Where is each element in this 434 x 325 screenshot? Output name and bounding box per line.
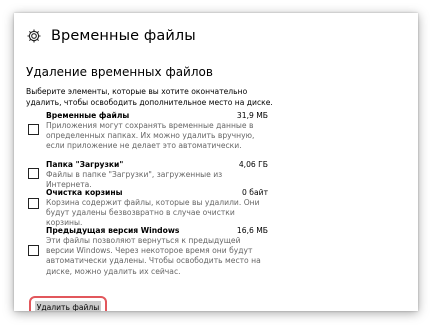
item-size: 16,6 МБ: [236, 226, 268, 235]
item-header: Папка "Загрузки" 4,06 ГБ: [46, 160, 268, 170]
recycle-bin-checkbox[interactable]: [28, 198, 39, 209]
page-header: Временные файлы: [26, 28, 196, 44]
gear-icon: [26, 28, 42, 44]
item-header: Предыдущая версия Windows 16,6 МБ: [46, 226, 268, 236]
item-description: Приложения могут сохранять временные дан…: [46, 121, 255, 151]
section-description: Выберите элементы, которые вы хотите око…: [26, 87, 273, 107]
item-name: Очистка корзины: [46, 188, 123, 197]
item-name: Временные файлы: [46, 111, 130, 120]
temp-files-window: Временные файлы Удаление временных файло…: [14, 13, 418, 311]
screenshot-background: Временные файлы Удаление временных файло…: [0, 0, 434, 325]
temp-files-checkbox[interactable]: [28, 124, 39, 135]
item-name: Папка "Загрузки": [46, 160, 124, 169]
delete-button-highlight: Удалить файлы: [29, 296, 107, 311]
page-title: Временные файлы: [51, 28, 196, 44]
previous-windows-checkbox[interactable]: [28, 245, 39, 256]
item-header: Временные файлы 31,9 МБ: [46, 111, 268, 121]
item-name: Предыдущая версия Windows: [46, 226, 180, 235]
item-description: Корзина содержит файлы, которые вы удали…: [46, 198, 260, 228]
item-header: Очистка корзины 0 байт: [46, 188, 268, 198]
item-description: Эти файлы позволяют вернуться к предыдущ…: [46, 236, 261, 276]
delete-files-button[interactable]: Удалить файлы: [35, 301, 101, 311]
downloads-checkbox[interactable]: [28, 168, 39, 179]
item-size: 4,06 ГБ: [238, 160, 268, 169]
section-subtitle: Удаление временных файлов: [26, 65, 213, 79]
item-size: 31,9 МБ: [236, 111, 268, 120]
item-size: 0 байт: [242, 188, 268, 197]
